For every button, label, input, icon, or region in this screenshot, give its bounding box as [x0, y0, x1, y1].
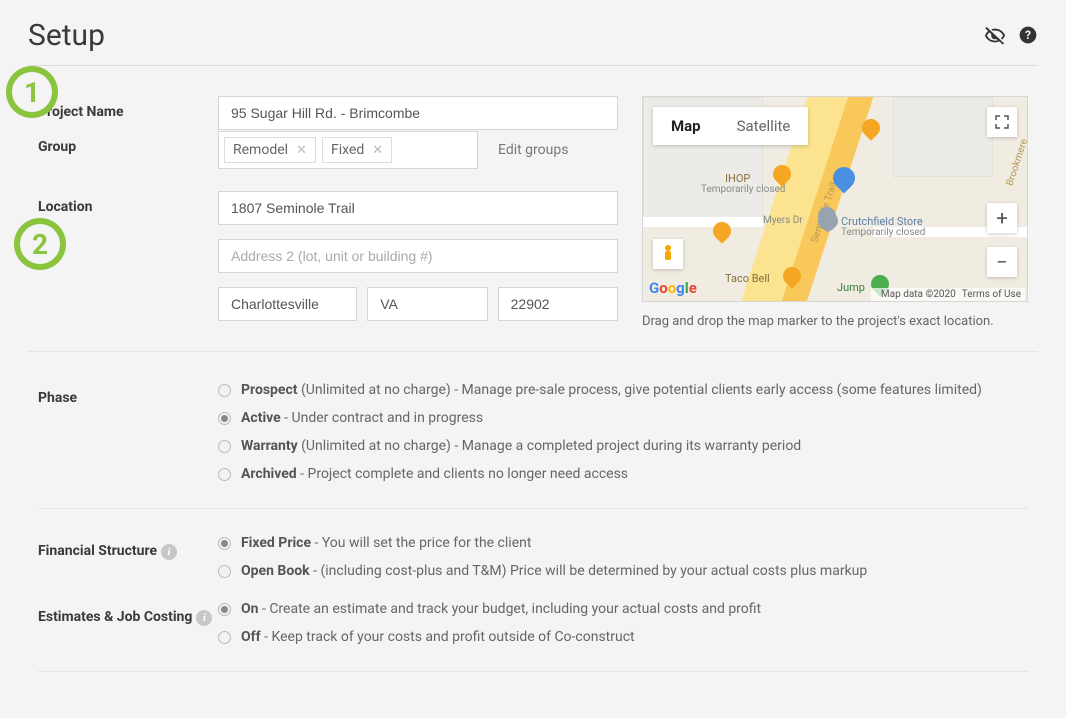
radio-button[interactable] [218, 384, 231, 397]
info-icon[interactable]: i [196, 610, 212, 626]
group-tag-input[interactable]: Remodel ✕ Fixed ✕ [218, 131, 478, 169]
map-fullscreen-button[interactable] [987, 107, 1017, 137]
help-icon[interactable]: ? [1018, 25, 1038, 47]
radio-label: Warranty (Unlimited at no charge) - Mana… [241, 438, 801, 454]
poi-jump: Jump [837, 281, 865, 294]
visibility-off-icon[interactable] [984, 25, 1006, 47]
radio-label: Off - Keep track of your costs and profi… [241, 629, 635, 645]
poi-myers: Myers Dr [763, 215, 803, 226]
map-tab-map[interactable]: Map [653, 107, 719, 145]
radio-button[interactable] [218, 537, 231, 550]
zip-input[interactable] [498, 287, 618, 321]
poi-ihop-closed: Temporarily closed [701, 184, 785, 195]
step-badge-1: 1 [6, 66, 58, 118]
phase-radios-option[interactable]: Warranty (Unlimited at no charge) - Mana… [218, 438, 1028, 454]
step-badge-2: 2 [14, 218, 66, 270]
radio-button[interactable] [218, 631, 231, 644]
google-logo-icon: Google [649, 279, 697, 297]
financial-radios-option[interactable]: Fixed Price - You will set the price for… [218, 535, 1028, 551]
financial-label: Financial Structurei [38, 535, 218, 560]
map-attribution: Map data ©2020Terms of Use [871, 288, 1025, 301]
project-name-input[interactable] [218, 96, 618, 130]
address1-input[interactable] [218, 191, 618, 225]
financial-radios-option[interactable]: Open Book - (including cost-plus and T&M… [218, 563, 1028, 579]
radio-button[interactable] [218, 603, 231, 616]
remove-tag-icon[interactable]: ✕ [296, 143, 307, 158]
map-tab-satellite[interactable]: Satellite [719, 107, 809, 145]
poi-taco: Taco Bell [725, 272, 770, 285]
map-caption: Drag and drop the map marker to the proj… [642, 314, 1028, 329]
estimates-label: Estimates & Job Costingi [38, 601, 218, 626]
radio-label: Archived - Project complete and clients … [241, 466, 628, 482]
radio-button[interactable] [218, 440, 231, 453]
group-label: Group [38, 131, 218, 155]
group-tag-remodel: Remodel ✕ [224, 137, 316, 163]
state-input[interactable] [367, 287, 487, 321]
radio-button[interactable] [218, 565, 231, 578]
section-divider [38, 508, 1028, 509]
map-zoom-in-button[interactable]: + [987, 203, 1017, 233]
map-zoom-out-button[interactable]: − [987, 247, 1017, 277]
radio-label: Open Book - (including cost-plus and T&M… [241, 563, 867, 579]
estimates-radios-option[interactable]: On - Create an estimate and track your b… [218, 601, 1028, 617]
radio-label: Prospect (Unlimited at no charge) - Mana… [241, 382, 982, 398]
financial-radio-group: Fixed Price - You will set the price for… [218, 535, 1028, 579]
radio-button[interactable] [218, 468, 231, 481]
estimates-radios-option[interactable]: Off - Keep track of your costs and profi… [218, 629, 1028, 645]
radio-label: Active - Under contract and in progress [241, 410, 483, 426]
project-name-label: Project Name [38, 96, 218, 120]
map-pegman-icon[interactable] [653, 239, 683, 269]
radio-label: Fixed Price - You will set the price for… [241, 535, 531, 551]
phase-radio-group: Prospect (Unlimited at no charge) - Mana… [218, 382, 1028, 482]
phase-radios-option[interactable]: Prospect (Unlimited at no charge) - Mana… [218, 382, 1028, 398]
address2-input[interactable] [218, 239, 618, 273]
edit-groups-link[interactable]: Edit groups [498, 142, 568, 158]
phase-radios-option[interactable]: Active - Under contract and in progress [218, 410, 1028, 426]
phase-radios-option[interactable]: Archived - Project complete and clients … [218, 466, 1028, 482]
map[interactable]: Brookmere Seminole Trail IHOP Temporaril… [642, 96, 1028, 302]
estimates-radio-group: On - Create an estimate and track your b… [218, 601, 1028, 645]
page-header: Setup ? [28, 18, 1038, 66]
group-tag-fixed: Fixed ✕ [322, 137, 392, 163]
svg-text:?: ? [1025, 28, 1031, 42]
location-label: Location [38, 191, 218, 215]
poi-crutch-closed: Temporarily closed [841, 227, 925, 238]
phase-label: Phase [38, 382, 218, 406]
page-title: Setup [28, 18, 105, 53]
radio-label: On - Create an estimate and track your b… [241, 601, 761, 617]
city-input[interactable] [218, 287, 357, 321]
info-icon[interactable]: i [161, 544, 177, 560]
remove-tag-icon[interactable]: ✕ [372, 143, 383, 158]
map-road-label: Brookmere [1005, 138, 1028, 188]
radio-button[interactable] [218, 412, 231, 425]
